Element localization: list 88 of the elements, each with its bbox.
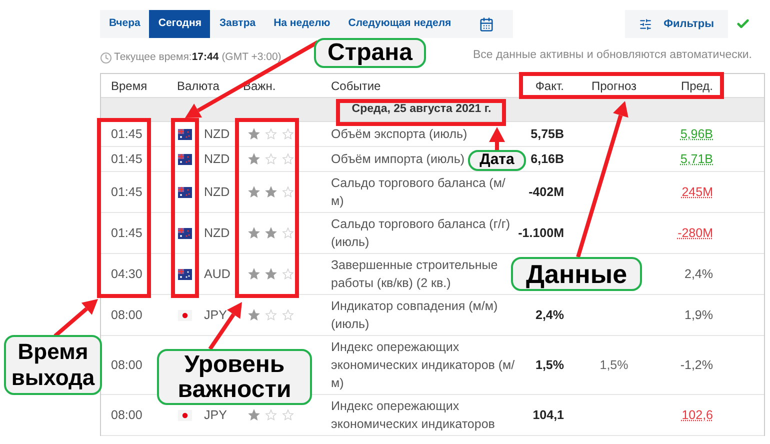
callout-label: Данные	[511, 257, 642, 291]
star-icon	[248, 409, 260, 421]
column-header: Пред.	[680, 78, 713, 94]
star-icon	[282, 153, 294, 165]
currency-cell-text: AUD	[204, 266, 230, 283]
column-header: Событие	[331, 78, 382, 94]
star-icon	[248, 309, 260, 321]
star-icon	[282, 309, 294, 321]
time-cell-text: 01:45	[110, 184, 144, 201]
event-cell-text: Индикатор совпадения (м/м) (июль)	[331, 298, 499, 333]
calendar-icon	[479, 16, 494, 32]
event-cell-text: Объём импорта (июль)	[331, 151, 464, 168]
star-icon	[265, 186, 277, 198]
star-icon	[265, 409, 277, 421]
star-icon	[248, 153, 260, 165]
time-cell-text: 01:45	[110, 126, 144, 143]
time-cell-text: 01:45	[110, 150, 144, 168]
currency-cell-text: JPY	[204, 306, 227, 324]
tab[interactable]: Следующая неделя	[339, 10, 460, 38]
event-cell-text: Индекс опережающих экономических индикаторов (м/м)	[331, 339, 516, 392]
event-cell-text: Объём экспорта (июль)	[331, 126, 468, 143]
previous-value: 102,6	[682, 406, 713, 424]
actual-value: -402M	[528, 184, 564, 201]
check-icon	[736, 17, 750, 31]
column-header: Прогноз	[590, 78, 638, 94]
star-icon	[282, 128, 294, 140]
time-cell-text: 08:00	[110, 356, 144, 374]
star-icon	[265, 153, 277, 165]
column-header: Время	[110, 78, 148, 94]
star-icon	[248, 186, 260, 198]
time-cell-text: 04:30	[110, 266, 144, 283]
currency-cell-text: NZD	[204, 126, 230, 143]
star-icon	[265, 227, 277, 239]
previous-value: -280M	[678, 224, 713, 242]
time-cell-text: 08:00	[110, 306, 144, 324]
tab[interactable]: Завтра	[210, 10, 265, 38]
tab[interactable]: Вчера	[100, 10, 150, 38]
actual-value: 104,1	[532, 406, 564, 424]
actual-value: 1,5%	[536, 356, 564, 374]
previous-value: 5,96B	[680, 126, 713, 143]
callout-label: Время выхода	[4, 335, 102, 395]
arrow	[489, 127, 505, 151]
actual-value: 2,4%	[536, 306, 564, 324]
time-cell-text: 08:00	[110, 406, 144, 424]
tab[interactable]: Сегодня	[149, 10, 210, 38]
event-cell-text: Сальдо торгового баланса (г/г) (июль)	[331, 216, 512, 251]
star-icon	[282, 227, 294, 239]
star-icon	[265, 268, 277, 280]
currency-cell-text: NZD	[204, 184, 230, 201]
star-icon	[248, 128, 260, 140]
auto-update-note: Все данные активны и обновляются автоматически.	[473, 48, 752, 64]
callout-label: Страна	[314, 38, 426, 68]
column-header: Факт.	[534, 78, 564, 94]
star-icon	[265, 128, 277, 140]
date-heading: Среда, 25 августа 2021 г.	[352, 103, 492, 116]
previous-value: 1,9%	[684, 306, 713, 324]
callout-label: Дата	[468, 150, 526, 171]
event-cell-text: Индекс опережающих экономических индикаторов	[331, 398, 496, 433]
filters-button[interactable]: Фильтры	[624, 10, 728, 38]
star-icon	[248, 227, 260, 239]
currency-cell-text: NZD	[204, 150, 230, 168]
actual-value: 6,16B	[530, 150, 564, 168]
timezone: (GMT +3:00)	[222, 50, 282, 66]
star-icon	[282, 268, 294, 280]
previous-value: 245M	[682, 184, 713, 201]
clock-icon	[100, 52, 112, 64]
arrow	[54, 299, 98, 338]
tab[interactable]: На неделю	[264, 10, 340, 38]
event-cell-text: Завершенные строительные работы (кв/кв) (2 кв.)	[331, 257, 499, 292]
current-time-label: Текущее время:	[114, 50, 192, 66]
previous-value: -1,2%	[680, 356, 713, 374]
currency-cell-text: NZD	[204, 224, 230, 242]
previous-value: 2,4%	[684, 266, 713, 283]
time-cell-text: 01:45	[110, 224, 144, 242]
current-time: 17:44	[192, 50, 219, 66]
actual-value: -1.100M	[518, 224, 564, 242]
star-icon	[282, 409, 294, 421]
star-icon	[282, 186, 294, 198]
previous-value: 5,71B	[680, 150, 713, 168]
forecast-value: 1,5%	[600, 356, 628, 374]
callout-label: Уровень важности	[157, 349, 312, 405]
actual-value: 5,75B	[530, 126, 564, 143]
star-icon	[248, 268, 260, 280]
star-icon	[265, 309, 277, 321]
sliders-icon	[638, 18, 652, 30]
column-header: Валюта	[176, 78, 220, 94]
event-cell-text: Сальдо торгового баланса (м/м)	[331, 175, 506, 210]
currency-cell-text: JPY	[204, 406, 227, 424]
